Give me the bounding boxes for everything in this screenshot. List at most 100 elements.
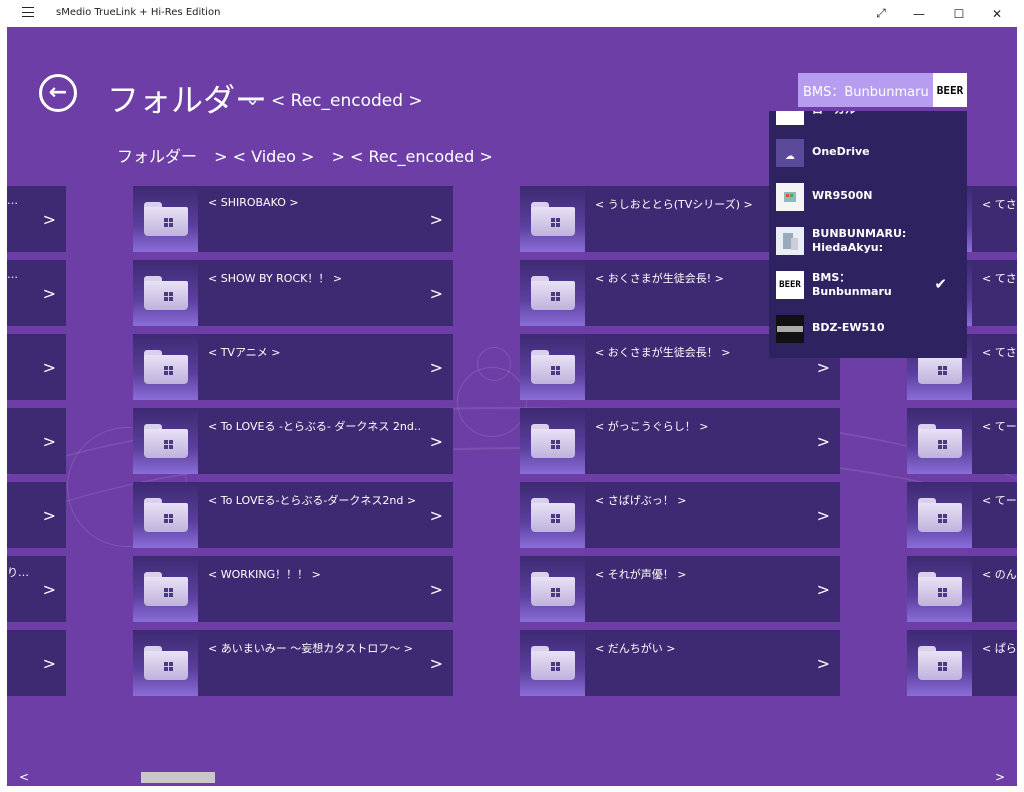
folder-icon <box>918 646 962 680</box>
folder-label: < がっこうぐらし！ > <box>595 420 709 433</box>
window-titlebar: sMedio TrueLink + Hi-Res Edition ⤢ — ☐ ✕ <box>0 0 1024 27</box>
folder-tile-partial[interactable]: < てーき <box>907 482 1017 548</box>
folder-icon <box>918 572 962 606</box>
folder-tile-partial[interactable]: < てーき <box>907 408 1017 474</box>
folder-icon <box>144 350 188 384</box>
folder-tile[interactable]: < さばげぶっ！ > > <box>520 482 840 548</box>
scrollbar-thumb[interactable] <box>141 772 215 783</box>
device-option-label: ローカル <box>812 111 856 117</box>
folder-thumbnail <box>133 186 198 252</box>
folder-tile[interactable]: < だんちがい > > <box>520 630 840 696</box>
scroll-right-icon[interactable]: > <box>995 770 1005 784</box>
chevron-down-icon[interactable]: ⌄ <box>245 89 260 110</box>
fullscreen-button[interactable]: ⤢ <box>862 0 900 27</box>
folder-thumbnail <box>133 260 198 326</box>
folder-label: < てさぐ <box>982 198 1017 211</box>
device-dropdown: ローカル ☁ OneDrive WR9500N BUNBUNMARU: HiedaAky… <box>769 111 967 358</box>
recorder-icon <box>776 315 804 343</box>
folder-label: < だんちがい > <box>595 642 676 655</box>
folder-tile-partial[interactable]: > <box>7 482 66 548</box>
device-option[interactable]: ☁ OneDrive <box>769 131 967 175</box>
chevron-right-icon: > <box>42 358 56 377</box>
folder-tile-partial[interactable]: > <box>7 408 66 474</box>
pc-icon <box>776 227 804 255</box>
close-button[interactable]: ✕ <box>978 0 1016 27</box>
folder-tile-partial[interactable]: < のんの <box>907 556 1017 622</box>
folder-tile-partial[interactable]: < ぱらが <box>907 630 1017 696</box>
folder-icon <box>531 424 575 458</box>
folder-tile[interactable]: < TVアニメ > > <box>133 334 453 400</box>
device-option[interactable]: ローカル <box>769 111 967 133</box>
device-option[interactable]: BDZ-EW510 <box>769 307 967 351</box>
window-title: sMedio TrueLink + Hi-Res Edition <box>56 7 221 18</box>
device-option-label: WR9500N <box>812 189 873 202</box>
folder-thumbnail <box>133 482 198 548</box>
scroll-left-icon[interactable]: < <box>19 770 29 784</box>
folder-label: < それが声優！ > <box>595 568 687 581</box>
chevron-right-icon: > <box>816 654 830 673</box>
folder-label: < SHIROBAKO > <box>208 196 299 209</box>
folder-tile[interactable]: < WORKING！！！ > > <box>133 556 453 622</box>
folder-label: < WORKING！！！ > <box>208 568 321 581</box>
folder-icon <box>144 276 188 310</box>
breadcrumb-item[interactable]: フォルダー <box>117 147 197 166</box>
folder-tile[interactable]: < それが声優！ > > <box>520 556 840 622</box>
folder-thumbnail <box>520 482 585 548</box>
folder-label: < To LOVEる -とらぶる- ダークネス 2nd… <box>208 420 422 433</box>
page-title[interactable]: フォルダー <box>107 75 267 121</box>
folder-tile[interactable]: < To LOVEる -とらぶる- ダークネス 2nd… > <box>133 408 453 474</box>
chevron-right-icon: > <box>42 654 56 673</box>
folder-tile-partial[interactable]: … > <box>7 260 66 326</box>
folder-tile[interactable]: < がっこうぐらし！ > > <box>520 408 840 474</box>
folder-label: < ぱらが <box>982 642 1017 655</box>
folder-icon <box>531 202 575 236</box>
folder-label: < SHOW BY ROCK！！ > <box>208 272 343 285</box>
folder-tile[interactable]: < あいまいみー ～妄想カタストロフ～ > > <box>133 630 453 696</box>
device-option[interactable]: BUNBUNMARU: HiedaAkyu: <box>769 219 967 263</box>
chevron-right-icon: > <box>816 580 830 599</box>
folder-tile[interactable]: < SHOW BY ROCK！！ > > <box>133 260 453 326</box>
folder-thumbnail <box>520 186 585 252</box>
folder-icon <box>144 646 188 680</box>
folder-label: < TVアニメ > <box>208 346 281 359</box>
breadcrumb-item[interactable]: > < Video > <box>214 147 314 166</box>
folder-label: < てさぐ <box>982 346 1017 359</box>
chevron-right-icon: > <box>816 358 830 377</box>
folder-tile[interactable]: < To LOVEる-とらぶる-ダークネス2nd > > <box>133 482 453 548</box>
chevron-right-icon: > <box>42 284 56 303</box>
folder-thumbnail <box>133 630 198 696</box>
folder-tile-partial[interactable]: … > <box>7 186 66 252</box>
folder-thumbnail <box>133 408 198 474</box>
hamburger-menu-icon[interactable] <box>22 7 34 17</box>
chevron-right-icon: > <box>429 654 443 673</box>
folder-thumbnail <box>520 260 585 326</box>
breadcrumb-item[interactable]: > < Rec_encoded > <box>332 147 493 166</box>
device-option[interactable]: BEER BMS： Bunbunmaru ✔ <box>769 263 967 307</box>
device-option[interactable]: WR9500N <box>769 175 967 219</box>
maximize-button[interactable]: ☐ <box>940 0 978 27</box>
chevron-right-icon: > <box>429 580 443 599</box>
back-button[interactable]: ← <box>39 74 77 112</box>
folder-icon <box>531 572 575 606</box>
folder-icon <box>144 202 188 236</box>
folder-label: り… <box>7 566 29 579</box>
folder-label: … <box>7 268 18 281</box>
folder-thumbnail <box>907 408 972 474</box>
chevron-right-icon: > <box>42 580 56 599</box>
folder-tile-partial[interactable]: > <box>7 334 66 400</box>
folder-thumbnail <box>520 334 585 400</box>
device-selector-button[interactable]: BMS：Bunbunmaru BEER <box>798 73 967 107</box>
folder-thumbnail <box>907 630 972 696</box>
folder-label: < てさぐ <box>982 272 1017 285</box>
folder-tile[interactable]: < SHIROBAKO > > <box>133 186 453 252</box>
folder-tile-partial[interactable]: > <box>7 630 66 696</box>
folder-label: < のんの <box>982 568 1017 581</box>
folder-icon <box>531 276 575 310</box>
app-surface: ← フォルダー ⌄ < Rec_encoded > フォルダー > < Vide… <box>7 27 1017 786</box>
folder-icon <box>144 498 188 532</box>
folder-tile-partial[interactable]: り… > <box>7 556 66 622</box>
minimize-button[interactable]: — <box>900 0 938 27</box>
chevron-right-icon: > <box>429 284 443 303</box>
horizontal-scrollbar[interactable]: < > <box>7 769 1017 786</box>
back-arrow-icon: ← <box>48 80 68 105</box>
